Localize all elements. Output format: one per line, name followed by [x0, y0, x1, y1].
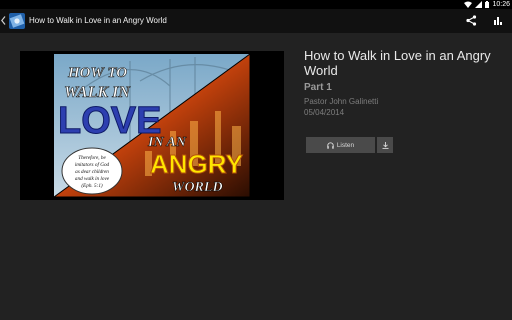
- verse-line: Therefore, be: [78, 154, 106, 161]
- listen-button[interactable]: Listen: [306, 137, 375, 153]
- bar-chart-icon[interactable]: [494, 16, 502, 25]
- sermon-title: How to Walk in Love in an Angry World: [304, 48, 491, 78]
- cover-line-3: LOVE: [58, 100, 161, 142]
- cover-line-2: WALK IN: [64, 84, 131, 101]
- verse-line: (Eph. 5:1): [81, 182, 103, 189]
- cover-line-4: IN AN: [147, 135, 187, 150]
- cover-artwork: HOW TO WALK IN LOVE IN AN ANGRY WORLD Th…: [52, 53, 251, 198]
- cover-line-1: HOW TO: [67, 65, 127, 81]
- share-icon[interactable]: [466, 15, 477, 26]
- action-bar-title: How to Walk in Love in an Angry World: [29, 16, 167, 25]
- sermon-part: Part 1: [304, 82, 332, 93]
- app-logo-icon[interactable]: [9, 13, 25, 29]
- verse-line: and walk in love: [75, 176, 110, 182]
- download-icon: [382, 141, 388, 149]
- headphones-icon: [327, 141, 334, 149]
- sermon-speaker: Pastor John Galinetti: [304, 97, 379, 106]
- status-bar: 10:26: [0, 0, 512, 9]
- status-icons: 10:26: [464, 0, 510, 9]
- sermon-cover-image: HOW TO WALK IN LOVE IN AN ANGRY WORLD Th…: [20, 51, 284, 200]
- sermon-date: 05/04/2014: [304, 108, 345, 117]
- verse-line: as dear children: [75, 169, 109, 175]
- wifi-icon: [464, 1, 473, 8]
- signal-icon: [475, 1, 483, 8]
- sermon-info: How to Walk in Love in an Angry World Pa…: [304, 48, 504, 118]
- back-chevron-icon[interactable]: [1, 16, 6, 25]
- battery-icon: [485, 1, 490, 8]
- cover-line-6: WORLD: [172, 180, 223, 195]
- download-button[interactable]: [377, 137, 393, 153]
- verse-line: imitators of God: [75, 161, 110, 168]
- action-bar: How to Walk in Love in an Angry World: [0, 9, 512, 33]
- sermon-actions: Listen: [306, 137, 393, 153]
- listen-button-label: Listen: [336, 141, 355, 149]
- cover-line-5: ANGRY: [150, 149, 243, 179]
- status-time: 10:26: [492, 1, 510, 8]
